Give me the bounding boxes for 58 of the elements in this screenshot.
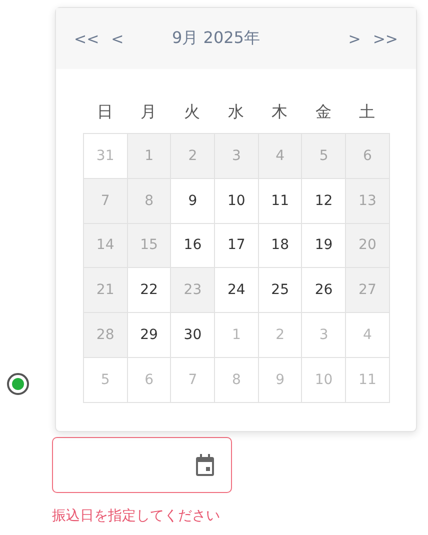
day-cell: 1 <box>215 313 259 358</box>
day-cell: 8 <box>128 178 172 224</box>
day-cell[interactable]: 11 <box>258 178 302 224</box>
next-year-button[interactable]: >> <box>366 30 404 48</box>
day-cell: 1 <box>128 134 172 179</box>
day-cell: 20 <box>346 224 390 268</box>
weekday-label: 月 <box>140 102 157 122</box>
next-month-button[interactable]: > <box>342 30 367 48</box>
day-cell: 10 <box>302 358 346 403</box>
day-cell[interactable]: 12 <box>302 178 346 224</box>
day-cell[interactable]: 24 <box>215 268 259 314</box>
weekday-label: 日 <box>96 102 113 122</box>
day-cell: 5 <box>302 134 346 179</box>
day-cell[interactable]: 10 <box>215 178 259 224</box>
day-cell: 9 <box>258 358 302 403</box>
weekday-label: 木 <box>272 102 288 122</box>
day-cell: 2 <box>171 134 216 179</box>
day-cell: 21 <box>84 268 128 314</box>
day-cell: 6 <box>128 358 172 403</box>
day-cell: 27 <box>346 268 390 314</box>
day-cell[interactable]: 16 <box>171 224 216 268</box>
day-cell: 7 <box>84 178 128 224</box>
weekday-label: 土 <box>358 102 375 122</box>
day-cell: 8 <box>215 358 259 403</box>
weekday-label: 水 <box>228 102 244 122</box>
day-cell[interactable]: 9 <box>171 178 216 224</box>
error-message: 振込日を指定してください <box>52 507 221 525</box>
day-cell: 15 <box>128 224 172 268</box>
prev-month-button[interactable]: < <box>105 30 130 48</box>
day-cell: 13 <box>346 178 390 224</box>
day-cell[interactable]: 22 <box>128 268 172 314</box>
day-cell[interactable]: 26 <box>302 268 346 314</box>
day-cell[interactable]: 29 <box>128 313 172 358</box>
day-cell: 5 <box>84 358 128 403</box>
day-cell: 7 <box>171 358 216 403</box>
weekday-label: 火 <box>184 102 200 122</box>
date-field[interactable] <box>52 437 232 493</box>
day-cell: 3 <box>302 313 346 358</box>
weekday-label: 金 <box>315 102 332 122</box>
day-cell: 3 <box>215 134 259 179</box>
day-cell: 14 <box>84 224 128 268</box>
month-year-title: 9月 2025年 <box>171 28 261 49</box>
day-cell: 4 <box>258 134 302 179</box>
prev-year-button[interactable]: << <box>68 30 106 48</box>
day-cell[interactable]: 18 <box>258 224 302 268</box>
day-cell: 23 <box>171 268 216 314</box>
radio-button[interactable] <box>7 373 29 395</box>
day-cell: 4 <box>346 313 390 358</box>
day-cell: 2 <box>258 313 302 358</box>
day-cell[interactable]: 17 <box>215 224 259 268</box>
day-cell[interactable]: 19 <box>302 224 346 268</box>
day-cell[interactable]: 25 <box>258 268 302 314</box>
day-cell[interactable]: 30 <box>171 313 216 358</box>
calendar-icon[interactable] <box>195 454 215 476</box>
day-cell: 6 <box>346 134 390 179</box>
day-cell: 28 <box>84 313 128 358</box>
day-cell: 31 <box>84 134 128 179</box>
day-cell: 11 <box>346 358 390 403</box>
